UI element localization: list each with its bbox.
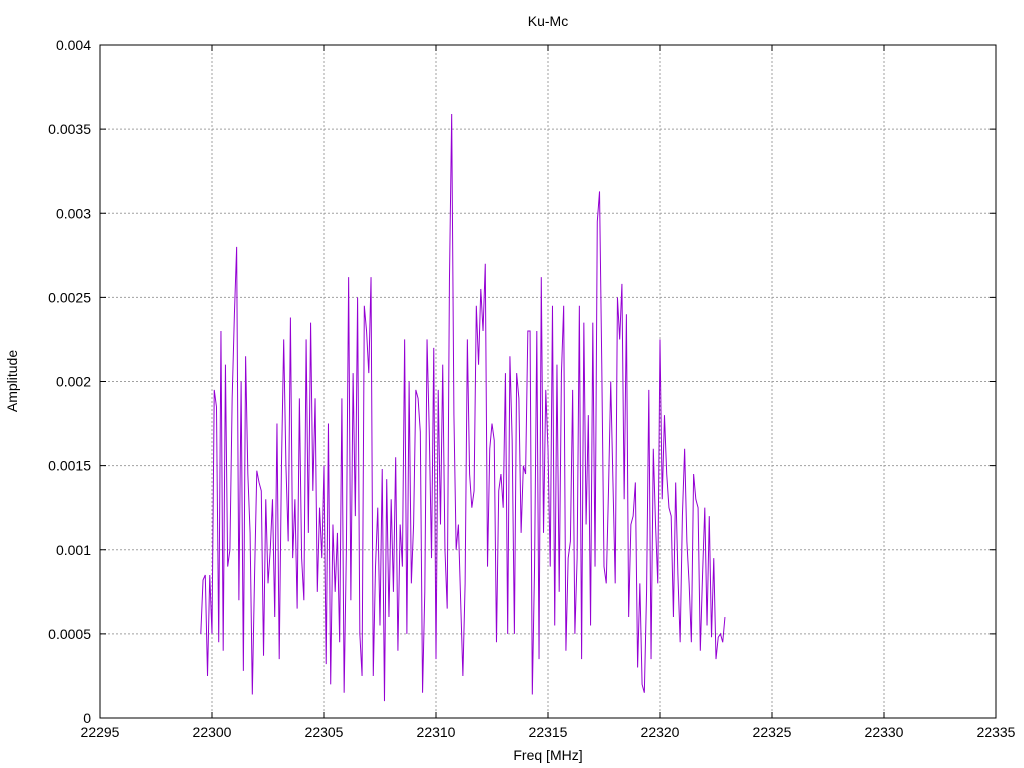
x-tick-label: 22305 xyxy=(305,724,344,740)
x-tick-label: 22310 xyxy=(417,724,456,740)
y-tick-label: 0.0005 xyxy=(48,626,91,642)
x-tick-label: 22335 xyxy=(977,724,1016,740)
y-tick-label: 0.0035 xyxy=(48,121,91,137)
x-tick-label: 22325 xyxy=(753,724,792,740)
x-tick-label: 22320 xyxy=(641,724,680,740)
y-tick-label: 0.001 xyxy=(56,542,91,558)
x-tick-label: 22300 xyxy=(193,724,232,740)
chart-title: Ku-Mc xyxy=(528,13,568,29)
y-tick-label: 0 xyxy=(83,710,91,726)
chart-background xyxy=(0,0,1024,768)
x-tick-label: 22315 xyxy=(529,724,568,740)
y-tick-label: 0.0025 xyxy=(48,289,91,305)
chart: 22295 22300 22305 22310 22315 22320 22325 22330… xyxy=(0,0,1024,768)
y-tick-label: 0.0015 xyxy=(48,458,91,474)
y-tick-label: 0.004 xyxy=(56,37,91,53)
x-axis-label: Freq [MHz] xyxy=(513,747,582,763)
y-tick-label: 0.002 xyxy=(56,374,91,390)
y-axis-label: Amplitude xyxy=(4,350,20,412)
y-tick-label: 0.003 xyxy=(56,205,91,221)
x-tick-label: 22295 xyxy=(81,724,120,740)
x-tick-label: 22330 xyxy=(865,724,904,740)
